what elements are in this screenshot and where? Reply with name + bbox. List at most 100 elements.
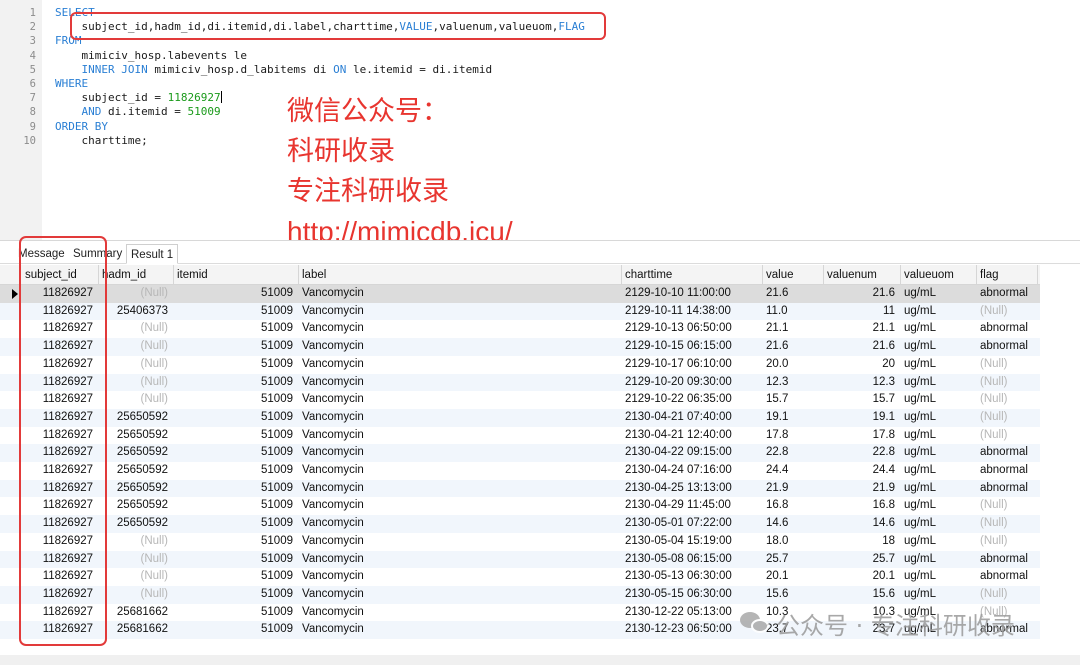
cell-valueuom[interactable]: ug/mL [901,427,977,445]
cell-charttime[interactable]: 2129-10-22 06:35:00 [622,391,763,409]
cell-flag[interactable]: (Null) [977,427,1038,445]
cell-hadm-id[interactable]: 25681662 [99,604,174,622]
cell-valuenum[interactable]: 20 [824,356,901,374]
cell-charttime[interactable]: 2130-05-08 06:15:00 [622,551,763,569]
cell-itemid[interactable]: 51009 [174,621,299,639]
cell-itemid[interactable]: 51009 [174,391,299,409]
cell-value[interactable]: 25.7 [763,551,824,569]
cell-hadm-id[interactable]: (Null) [99,374,174,392]
cell-itemid[interactable]: 51009 [174,462,299,480]
cell-value[interactable]: 18.0 [763,533,824,551]
cell-valueuom[interactable]: ug/mL [901,533,977,551]
cell-itemid[interactable]: 51009 [174,480,299,498]
cell-value[interactable]: 21.6 [763,338,824,356]
table-row[interactable]: 11826927 (Null) 51009 Vancomycin 2130-05-04 … [0,533,1040,551]
cell-charttime[interactable]: 2129-10-13 06:50:00 [622,320,763,338]
cell-itemid[interactable]: 51009 [174,497,299,515]
cell-charttime[interactable]: 2130-04-29 11:45:00 [622,497,763,515]
cell-charttime[interactable]: 2130-04-21 12:40:00 [622,427,763,445]
cell-label[interactable]: Vancomycin [299,551,622,569]
cell-valueuom[interactable]: ug/mL [901,480,977,498]
cell-itemid[interactable]: 51009 [174,444,299,462]
cell-valuenum[interactable]: 11 [824,303,901,321]
cell-flag[interactable]: abnormal [977,551,1038,569]
table-row[interactable]: 11826927 25406373 51009 Vancomycin 2129-10-1… [0,302,1040,321]
table-row[interactable]: 11826927 25650592 51009 Vancomycin 2130-04-2… [0,497,1040,515]
cell-flag[interactable]: abnormal [977,320,1038,338]
table-row[interactable]: 11826927 (Null) 51009 Vancomycin 2129-10-15 … [0,338,1040,356]
cell-flag[interactable]: abnormal [977,480,1038,498]
cell-charttime[interactable]: 2130-04-25 13:13:00 [622,480,763,498]
cell-label[interactable]: Vancomycin [299,515,622,533]
cell-charttime[interactable]: 2129-10-20 09:30:00 [622,374,763,392]
cell-valuenum[interactable]: 15.6 [824,586,901,604]
column-header-valuenum[interactable]: valuenum [824,265,901,285]
cell-flag[interactable]: (Null) [977,356,1038,374]
table-row[interactable]: 11826927 25650592 51009 Vancomycin 2130-04-2… [0,444,1040,462]
cell-itemid[interactable]: 51009 [174,356,299,374]
cell-valueuom[interactable]: ug/mL [901,320,977,338]
cell-flag[interactable]: abnormal [977,444,1038,462]
table-row[interactable]: 11826927 (Null) 51009 Vancomycin 2130-05-15 … [0,585,1040,604]
cell-itemid[interactable]: 51009 [174,285,299,303]
cell-hadm-id[interactable]: 25650592 [99,480,174,498]
cell-valuenum[interactable]: 21.6 [824,338,901,356]
cell-flag[interactable]: (Null) [977,497,1038,515]
cell-label[interactable]: Vancomycin [299,356,622,374]
cell-valueuom[interactable]: ug/mL [901,586,977,604]
cell-value[interactable]: 21.9 [763,480,824,498]
table-row[interactable]: 11826927 25650592 51009 Vancomycin 2130-04-2… [0,427,1040,445]
cell-valuenum[interactable]: 25.7 [824,551,901,569]
cell-hadm-id[interactable]: 25650592 [99,427,174,445]
cell-valuenum[interactable]: 16.8 [824,497,901,515]
cell-value[interactable]: 22.8 [763,444,824,462]
cell-hadm-id[interactable]: 25650592 [99,515,174,533]
cell-itemid[interactable]: 51009 [174,409,299,427]
cell-valuenum[interactable]: 19.1 [824,409,901,427]
cell-hadm-id[interactable]: 25650592 [99,444,174,462]
cell-itemid[interactable]: 51009 [174,604,299,622]
table-row[interactable]: 11826927 (Null) 51009 Vancomycin 2129-10-17 … [0,356,1040,374]
cell-valueuom[interactable]: ug/mL [901,356,977,374]
cell-itemid[interactable]: 51009 [174,374,299,392]
column-header-flag[interactable]: flag [977,265,1038,285]
cell-label[interactable]: Vancomycin [299,338,622,356]
table-row[interactable]: 11826927 25650592 51009 Vancomycin 2130-05-0… [0,515,1040,533]
cell-itemid[interactable]: 51009 [174,515,299,533]
cell-value[interactable]: 20.0 [763,356,824,374]
cell-hadm-id[interactable]: 25406373 [99,303,174,321]
cell-hadm-id[interactable]: (Null) [99,285,174,303]
cell-charttime[interactable]: 2129-10-15 06:15:00 [622,338,763,356]
table-row[interactable]: 11826927 (Null) 51009 Vancomycin 2130-05-13 … [0,568,1040,586]
cell-charttime[interactable]: 2130-05-04 15:19:00 [622,533,763,551]
tab-result-1[interactable]: Result 1 [126,244,179,264]
cell-value[interactable]: 21.6 [763,285,824,303]
cell-hadm-id[interactable]: 25650592 [99,409,174,427]
cell-label[interactable]: Vancomycin [299,568,622,586]
table-row[interactable]: 11826927 (Null) 51009 Vancomycin 2129-10-22 … [0,391,1040,409]
cell-flag[interactable]: abnormal [977,285,1038,303]
table-row[interactable]: 11826927 (Null) 51009 Vancomycin 2129-10-13 … [0,320,1040,338]
cell-value[interactable]: 12.3 [763,374,824,392]
cell-charttime[interactable]: 2130-04-21 07:40:00 [622,409,763,427]
cell-label[interactable]: Vancomycin [299,374,622,392]
column-header-label[interactable]: label [299,265,622,285]
cell-itemid[interactable]: 51009 [174,338,299,356]
cell-valueuom[interactable]: ug/mL [901,444,977,462]
cell-value[interactable]: 24.4 [763,462,824,480]
cell-label[interactable]: Vancomycin [299,462,622,480]
cell-value[interactable]: 21.1 [763,320,824,338]
cell-flag[interactable]: (Null) [977,409,1038,427]
cell-hadm-id[interactable]: (Null) [99,586,174,604]
cell-value[interactable]: 15.6 [763,586,824,604]
column-header-value[interactable]: value [763,265,824,285]
column-header-charttime[interactable]: charttime [622,265,763,285]
cell-charttime[interactable]: 2129-10-10 11:00:00 [622,285,763,303]
cell-hadm-id[interactable]: (Null) [99,320,174,338]
cell-hadm-id[interactable]: (Null) [99,568,174,586]
cell-hadm-id[interactable]: 25650592 [99,462,174,480]
cell-label[interactable]: Vancomycin [299,391,622,409]
cell-label[interactable]: Vancomycin [299,427,622,445]
sql-editor[interactable]: 1 SELECT 2 subject_id,hadm_id,di.itemid,di… [0,0,1080,247]
cell-value[interactable]: 17.8 [763,427,824,445]
